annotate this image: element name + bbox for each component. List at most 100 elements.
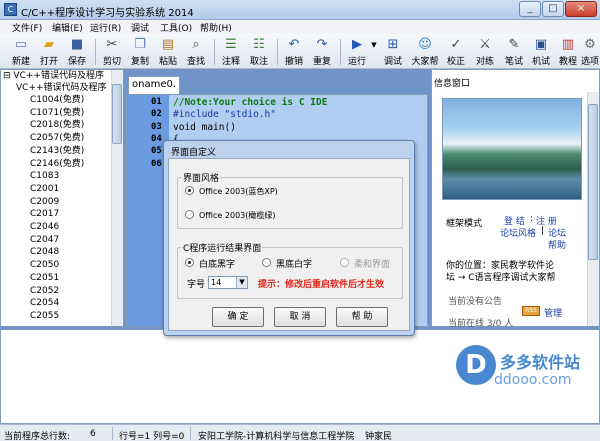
- line-number: 04: [151, 133, 162, 144]
- debug-button[interactable]: ⊞ 调试: [380, 36, 406, 68]
- menu-file[interactable]: 文件(F): [12, 21, 42, 34]
- paste-icon: ▤: [161, 37, 175, 52]
- tree-item[interactable]: C2057(免费): [30, 132, 84, 144]
- link-separator: |: [541, 226, 545, 236]
- app-icon: C: [4, 3, 17, 16]
- forum-style-link[interactable]: 论坛风格: [500, 226, 536, 239]
- written-test-button[interactable]: ✎ 笔试: [501, 36, 527, 68]
- pen-icon: ✎: [508, 37, 520, 52]
- frame-mode-label: 框架模式: [446, 219, 483, 229]
- menu-tools[interactable]: 工具(O): [160, 21, 192, 34]
- tree-item[interactable]: C2054: [30, 297, 59, 309]
- tree-item[interactable]: C1083: [30, 170, 59, 182]
- comment-button[interactable]: ☰ 注释: [218, 36, 244, 68]
- uncomment-button[interactable]: ☷ 取注: [246, 36, 272, 68]
- machine-test-button[interactable]: ▣ 机试: [528, 36, 554, 68]
- undo-button[interactable]: ↶ 撤销: [281, 36, 307, 68]
- toolbar: ▭ 新建 ▰ 打开 ■ 保存 ✂ 剪切 ❐ 复制 ▤ 粘贴 ⌕ 查找 ☰ 注释 ☷ 取注 ↶ 撤销 …: [0, 34, 600, 69]
- line-number: 03: [151, 121, 162, 132]
- practice-button[interactable]: ⚔ 对练: [472, 36, 498, 68]
- status-author: 钟家民: [365, 432, 393, 441]
- result-radio-black[interactable]: [262, 258, 271, 267]
- correct-button[interactable]: ✓ 校正: [443, 36, 469, 68]
- tutorial-button[interactable]: ▥ 教程: [555, 36, 581, 68]
- tree-item[interactable]: C2048: [30, 246, 59, 258]
- tree-child[interactable]: VC++错误代码及程序: [16, 82, 107, 94]
- menu-debug[interactable]: 调试: [131, 21, 149, 34]
- tree-item[interactable]: C2146(免费): [30, 158, 84, 170]
- editor-tab[interactable]: oname0.: [128, 76, 180, 94]
- link-separator: :: [530, 214, 534, 224]
- tree-item[interactable]: C2009: [30, 196, 59, 208]
- style-radio-blue[interactable]: [185, 186, 194, 195]
- chevron-down-icon[interactable]: ▼: [236, 277, 247, 288]
- menu-edit[interactable]: 编辑(E): [52, 21, 83, 34]
- copy-button[interactable]: ❐ 复制: [127, 36, 153, 68]
- tree-root[interactable]: ⊟ VC++错误代码及程序: [3, 70, 104, 82]
- tree-item[interactable]: C1071(免费): [30, 107, 84, 119]
- tree-item[interactable]: C2046: [30, 221, 59, 233]
- line-number: 01: [151, 97, 162, 107]
- menu-help[interactable]: 帮助(H): [200, 21, 232, 34]
- status-school: 安阳工学院-计算机科学与信息工程学院: [198, 432, 355, 441]
- menu-run[interactable]: 运行(R): [90, 21, 121, 34]
- tree-item[interactable]: C2047: [30, 234, 59, 246]
- cancel-button[interactable]: 取 消: [274, 307, 326, 327]
- rss-icon[interactable]: RSS: [522, 306, 540, 316]
- close-button[interactable]: ×: [565, 1, 597, 17]
- help-link[interactable]: 帮助: [548, 238, 566, 251]
- computer-icon: ▣: [534, 37, 548, 52]
- tree-item[interactable]: C2055: [30, 310, 59, 322]
- tree-scroll-thumb[interactable]: [112, 84, 122, 144]
- line-number: 05: [151, 146, 162, 157]
- status-separator: [190, 427, 191, 440]
- status-separator: [112, 427, 113, 440]
- redo-icon: ↷: [316, 37, 328, 52]
- dialog-title: 界面自定义: [171, 148, 217, 158]
- options-button[interactable]: ⚙ 选项: [580, 36, 600, 68]
- minimize-button[interactable]: _: [519, 1, 541, 17]
- tree-item[interactable]: C1004(免费): [30, 94, 84, 106]
- maximize-button[interactable]: □: [542, 1, 564, 17]
- result-option-white: 白底黑字: [199, 260, 236, 270]
- undo-icon: ↶: [288, 37, 300, 52]
- style-radio-olive[interactable]: [185, 210, 194, 219]
- run-dropdown[interactable]: ▼: [369, 36, 379, 68]
- tree-item[interactable]: C2051: [30, 272, 59, 284]
- style-option-blue: Office 2003(蓝色XP): [199, 187, 278, 196]
- tree-item[interactable]: C2052: [30, 285, 59, 297]
- comment-icon: ☰: [225, 37, 237, 52]
- toolbar-separator: [340, 39, 341, 65]
- code-line: void main(): [173, 121, 236, 133]
- find-button[interactable]: ⌕ 查找: [183, 36, 209, 68]
- help-button[interactable]: 帮 助: [336, 307, 388, 327]
- watermark-logo: D: [456, 345, 496, 385]
- chevron-down-icon: ▼: [371, 41, 377, 49]
- practice-icon: ⚔: [479, 37, 491, 52]
- tree-item[interactable]: C2017: [30, 208, 59, 220]
- cut-button[interactable]: ✂ 剪切: [99, 36, 125, 68]
- line-number: 02: [151, 109, 162, 120]
- redo-button[interactable]: ↷ 重复: [309, 36, 335, 68]
- info-scroll-thumb[interactable]: [588, 104, 598, 260]
- open-button[interactable]: ▰ 打开: [36, 36, 62, 68]
- ok-button[interactable]: 确 定: [212, 307, 264, 327]
- tree-item[interactable]: C2001: [30, 183, 59, 195]
- menu-bar: 文件(F) 编辑(E) 运行(R) 调试 工具(O) 帮助(H): [0, 20, 600, 34]
- tree-item[interactable]: C2143(免费): [30, 145, 84, 157]
- save-button[interactable]: ■ 保存: [64, 36, 90, 68]
- helpcrowd-button[interactable]: ☺ 大家帮: [410, 36, 440, 68]
- font-size-label: 字号: [187, 280, 206, 290]
- manage-link[interactable]: 管理: [544, 306, 562, 319]
- tree-item[interactable]: C2050: [30, 259, 59, 271]
- result-radio-white[interactable]: [185, 258, 194, 267]
- paste-button[interactable]: ▤ 粘贴: [155, 36, 181, 68]
- restart-tip: 提示：修改后重启软件后才生效: [258, 280, 385, 290]
- result-option-black: 黑底白字: [276, 260, 313, 270]
- result-radio-soft[interactable]: [340, 258, 349, 267]
- correct-icon: ✓: [450, 37, 462, 52]
- run-button[interactable]: ▶ 运行: [344, 36, 370, 68]
- new-button[interactable]: ▭ 新建: [8, 36, 34, 68]
- status-total-lines-label: 当前程序总行数:: [4, 432, 71, 441]
- tree-item[interactable]: C2018(免费): [30, 119, 84, 131]
